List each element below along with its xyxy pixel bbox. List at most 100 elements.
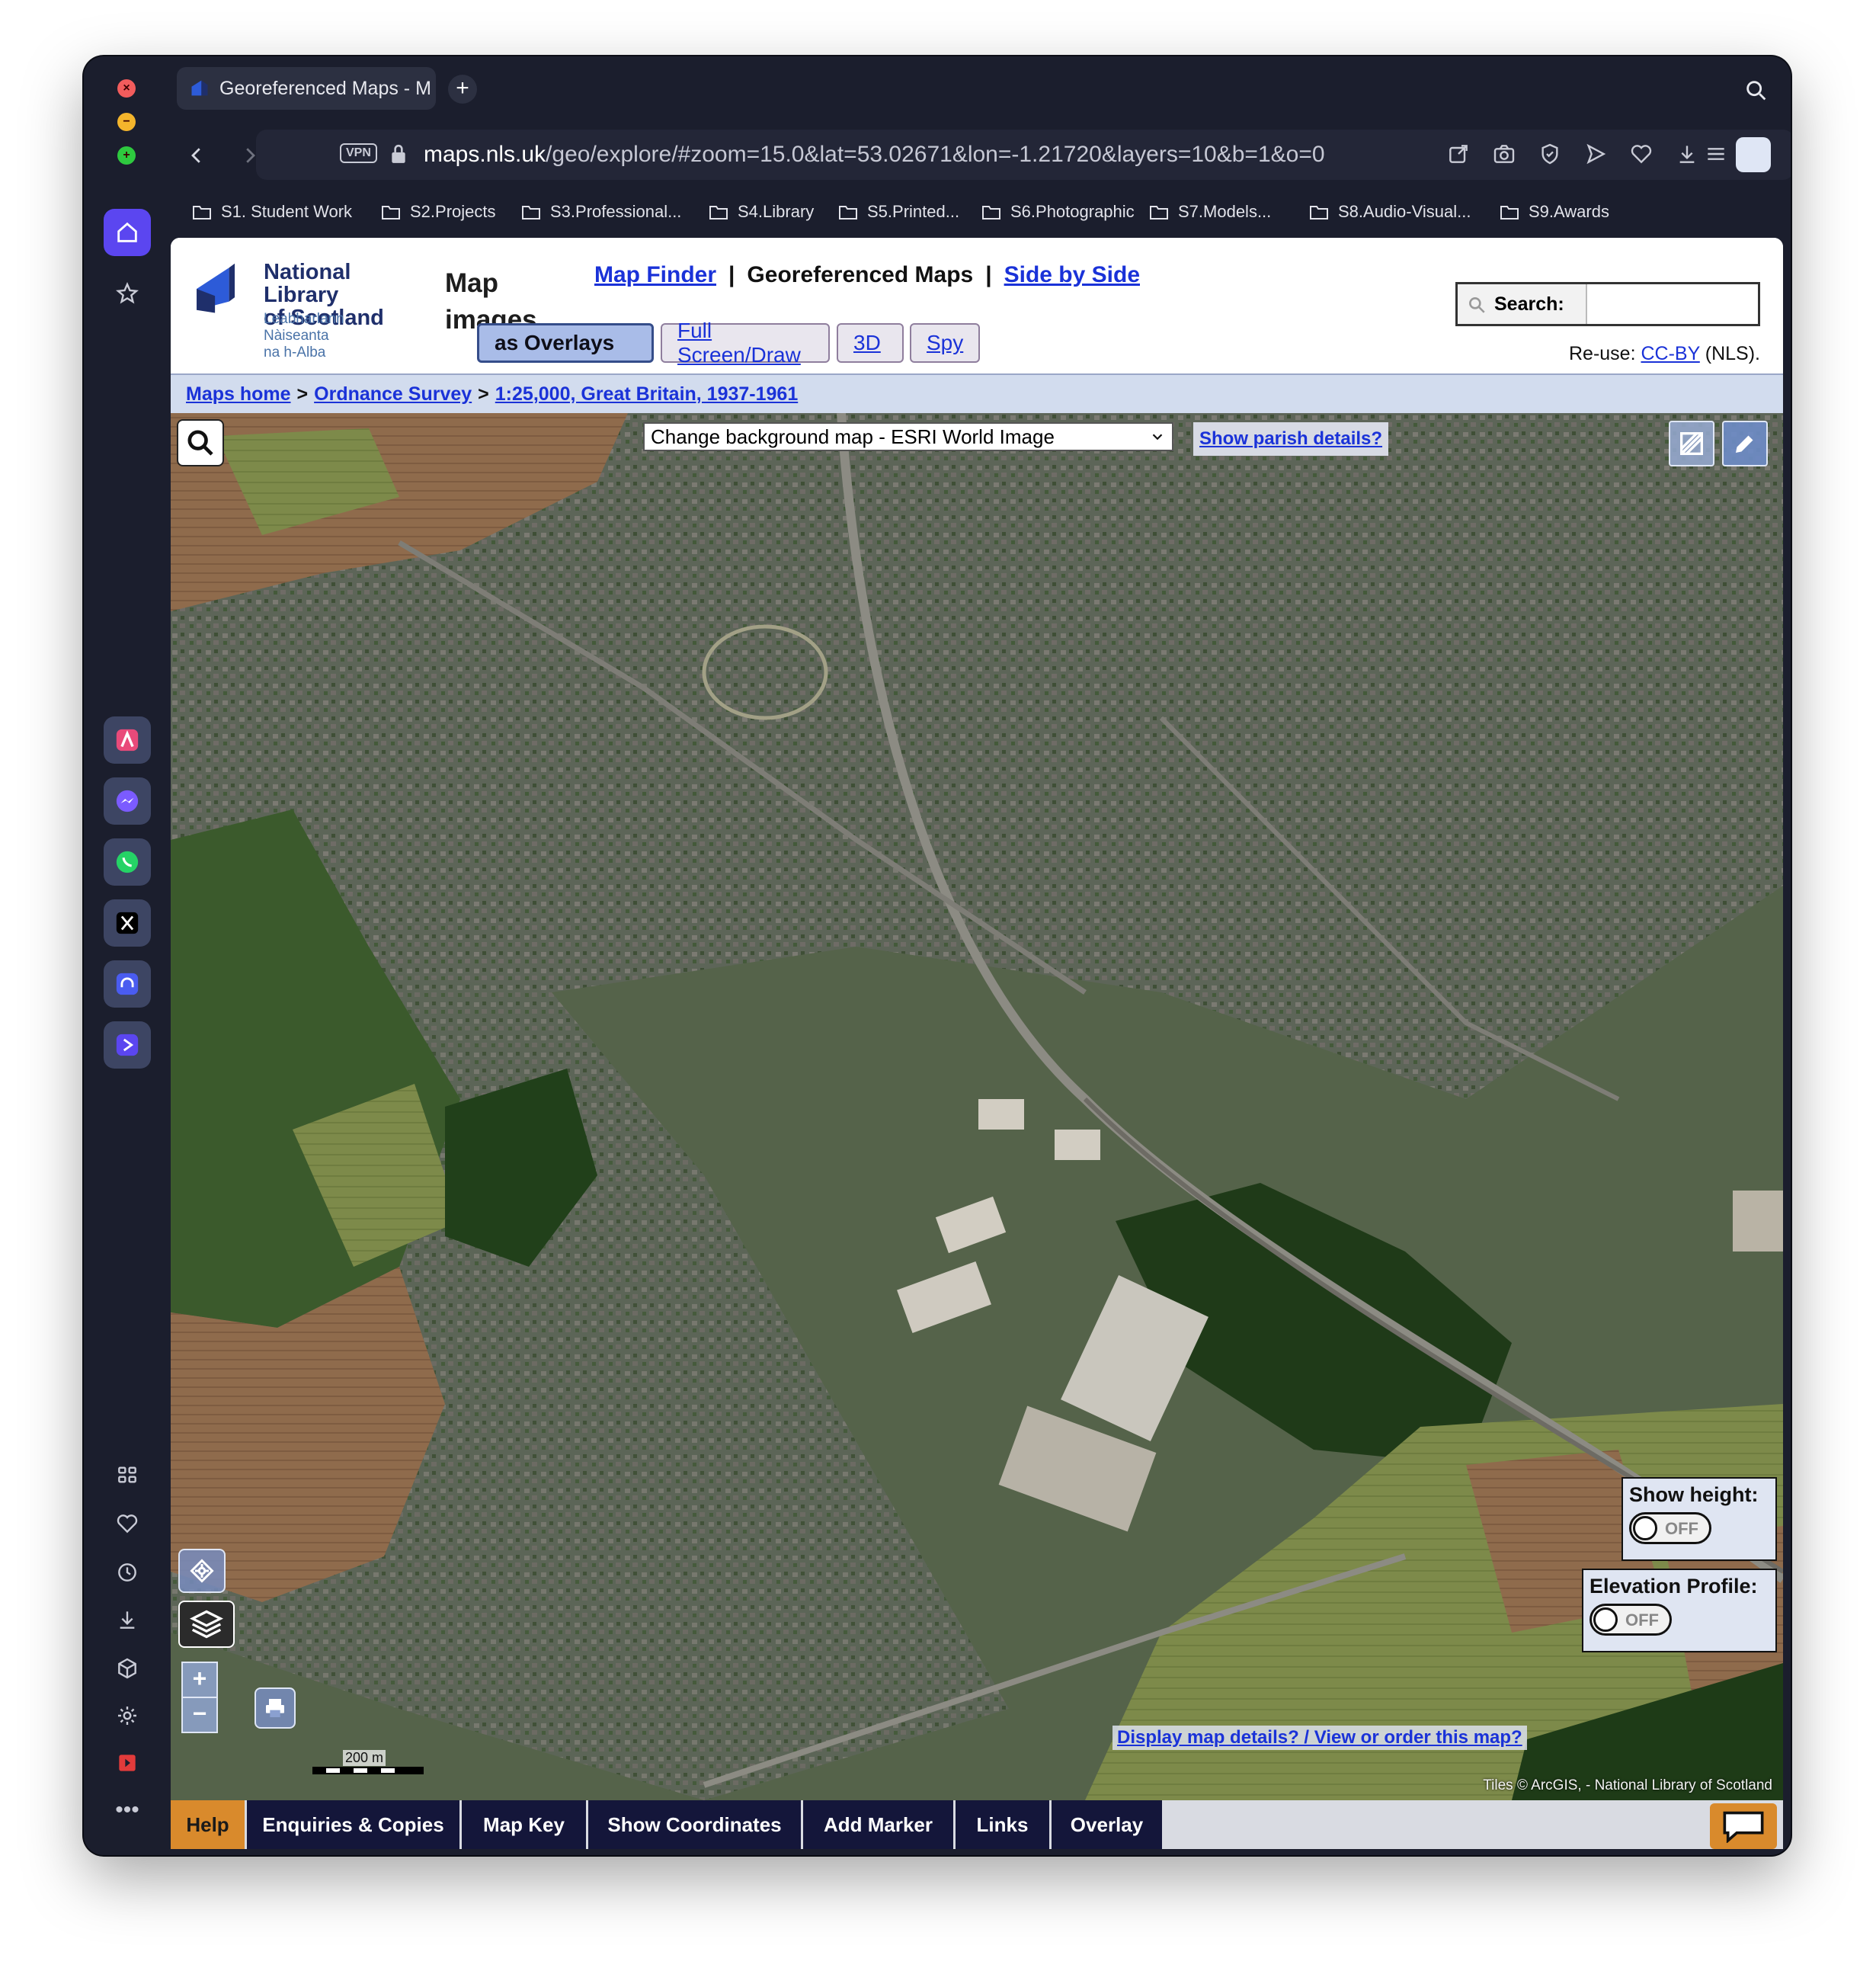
aria-ai-icon[interactable] xyxy=(104,716,151,764)
bookmark-folder[interactable]: S7.Models... xyxy=(1149,200,1271,224)
chevron-down-icon xyxy=(1152,434,1163,441)
bookmark-folder[interactable]: S5.Printed... xyxy=(838,200,959,224)
hide-overlay-button[interactable] xyxy=(1669,421,1714,466)
side-by-side-link[interactable]: Side by Side xyxy=(1004,262,1140,287)
folder-icon xyxy=(839,206,857,220)
breadcrumb-ordnance-survey[interactable]: Ordnance Survey xyxy=(314,383,472,405)
bookmark-folder[interactable]: S8.Audio-Visual... xyxy=(1309,200,1471,224)
pencil-icon xyxy=(1736,435,1753,453)
whatsapp-icon[interactable] xyxy=(104,838,151,886)
bookmark-folder[interactable]: S2.Projects xyxy=(381,200,496,224)
primary-nav: Map Finder | Georeferenced Maps | Side by Si… xyxy=(594,262,1140,287)
current-page-label: Georeferenced Maps xyxy=(747,262,974,287)
folder-icon xyxy=(982,206,1000,220)
nls-logo[interactable]: National Library of Scotland Leabharlann … xyxy=(194,261,407,361)
bookmark-folder[interactable]: S9.Awards xyxy=(1500,200,1609,224)
overlay-tab[interactable]: Overlay xyxy=(1052,1800,1164,1849)
nls-logo-icon xyxy=(197,263,235,313)
settings-gear-icon[interactable] xyxy=(111,1700,143,1732)
x-twitter-icon[interactable] xyxy=(104,899,151,947)
close-window-button[interactable]: × xyxy=(117,79,136,98)
download-icon[interactable] xyxy=(1675,142,1701,168)
more-options-icon[interactable]: ••• xyxy=(111,1794,143,1826)
search-input[interactable] xyxy=(1590,287,1755,322)
bottom-toolbar: Help Enquiries & Copies Map Key Show Coo… xyxy=(171,1800,1783,1849)
logo-gaelic: Leabharlann Nàiseanta na h-Alba xyxy=(264,311,344,361)
zoom-window-button[interactable]: + xyxy=(117,146,136,165)
shield-icon[interactable] xyxy=(1538,142,1564,168)
breadcrumb-separator: > xyxy=(478,383,489,405)
links-tab[interactable]: Links xyxy=(956,1800,1052,1849)
add-marker-tab[interactable]: Add Marker xyxy=(803,1800,956,1849)
breadcrumb: Maps home > Ordnance Survey > 1:25,000, … xyxy=(171,375,1783,413)
music-player-icon[interactable] xyxy=(104,960,151,1008)
zoom-out-button[interactable]: − xyxy=(181,1697,218,1733)
minimize-window-button[interactable]: − xyxy=(117,113,136,131)
satellite-imagery xyxy=(171,413,1783,1800)
print-button[interactable] xyxy=(255,1687,296,1729)
map-viewport[interactable]: Change background map - ESRI World Image… xyxy=(171,413,1783,1800)
heart-icon[interactable] xyxy=(111,1508,143,1540)
star-icon[interactable] xyxy=(111,277,143,309)
history-icon[interactable] xyxy=(111,1556,143,1588)
new-tab-button[interactable]: + xyxy=(448,75,477,104)
bookmark-folder[interactable]: S6.Photographic xyxy=(981,200,1135,224)
search-box: Search: xyxy=(1455,282,1760,326)
bookmark-heart-icon[interactable] xyxy=(1629,142,1655,168)
browser-sidebar: × − + ••• xyxy=(84,56,166,1855)
background-map-select[interactable]: Change background map - ESRI World Image xyxy=(643,422,1173,451)
camera-icon[interactable] xyxy=(1492,142,1518,168)
back-button[interactable] xyxy=(180,139,213,172)
folder-icon xyxy=(1500,206,1519,220)
bookmark-folder[interactable]: S3.Professional... xyxy=(521,200,681,224)
extensions-cube-icon[interactable] xyxy=(111,1652,143,1684)
share-icon[interactable] xyxy=(1446,142,1472,168)
show-coordinates-tab[interactable]: Show Coordinates xyxy=(588,1800,803,1849)
layers-button[interactable] xyxy=(178,1601,235,1648)
full-screen-draw-button[interactable]: Full Screen/Draw xyxy=(661,319,830,367)
tab-search-icon[interactable] xyxy=(1743,78,1769,104)
video-icon[interactable] xyxy=(111,1747,143,1779)
lock-icon xyxy=(392,144,405,163)
elevation-profile-toggle[interactable]: OFF xyxy=(1589,1604,1672,1636)
as-overlays-button[interactable]: as Overlays xyxy=(477,323,654,363)
url-text: maps.nls.uk/geo/explore/#zoom=15.0&lat=5… xyxy=(424,142,1325,167)
easy-setup-icon[interactable] xyxy=(1704,142,1730,168)
3d-button[interactable]: 3D xyxy=(837,323,904,363)
map-search-button[interactable] xyxy=(177,419,224,466)
feedback-chat-button[interactable] xyxy=(1710,1803,1777,1849)
display-map-details-link[interactable]: Display map details? / View or order thi… xyxy=(1117,1727,1522,1748)
map-key-tab[interactable]: Map Key xyxy=(462,1800,588,1849)
help-tab[interactable]: Help xyxy=(171,1800,247,1849)
home-icon[interactable] xyxy=(104,209,151,256)
downloads-icon[interactable] xyxy=(111,1604,143,1636)
show-parish-details-link[interactable]: Show parish details? xyxy=(1199,428,1382,450)
draw-pencil-button[interactable] xyxy=(1722,421,1768,466)
enquiries-copies-tab[interactable]: Enquiries & Copies xyxy=(247,1800,462,1849)
bookmark-folder[interactable]: S1. Student Work xyxy=(192,200,352,224)
reuse-licence: Re-use: CC-BY (NLS). xyxy=(1568,343,1760,364)
location-crosshair-icon xyxy=(190,1559,214,1583)
address-bar-row: VPN maps.nls.uk/geo/explore/#zoom=15.0&l… xyxy=(166,125,1791,186)
show-height-toggle[interactable]: OFF xyxy=(1629,1512,1711,1544)
cc-by-link[interactable]: CC-BY xyxy=(1641,343,1699,364)
map-details-panel: Display map details? / View or order thi… xyxy=(1112,1726,1527,1750)
bookmarks-bar: S1. Student Work S2.Projects S3.Professi… xyxy=(166,186,1791,238)
nls-favicon-icon xyxy=(191,80,208,96)
messenger-icon[interactable] xyxy=(104,777,151,825)
zoom-in-button[interactable]: + xyxy=(181,1662,218,1698)
vpn-badge[interactable]: VPN xyxy=(340,143,377,163)
profile-avatar[interactable] xyxy=(1736,137,1771,172)
spy-button[interactable]: Spy xyxy=(910,323,980,363)
bookmark-folder[interactable]: S4.Library xyxy=(709,200,814,224)
layer-off-icon xyxy=(1680,432,1703,455)
tabs-grid-icon[interactable] xyxy=(111,1459,143,1491)
player-icon[interactable] xyxy=(104,1021,151,1069)
map-finder-link[interactable]: Map Finder xyxy=(594,262,716,287)
geolocate-button[interactable] xyxy=(178,1549,226,1593)
breadcrumb-map-series[interactable]: 1:25,000, Great Britain, 1937-1961 xyxy=(495,383,798,405)
breadcrumb-maps-home[interactable]: Maps home xyxy=(186,383,291,405)
tab-georeferenced-maps[interactable]: Georeferenced Maps - M xyxy=(177,67,436,110)
search-icon xyxy=(1469,297,1485,313)
send-icon[interactable] xyxy=(1583,142,1609,168)
